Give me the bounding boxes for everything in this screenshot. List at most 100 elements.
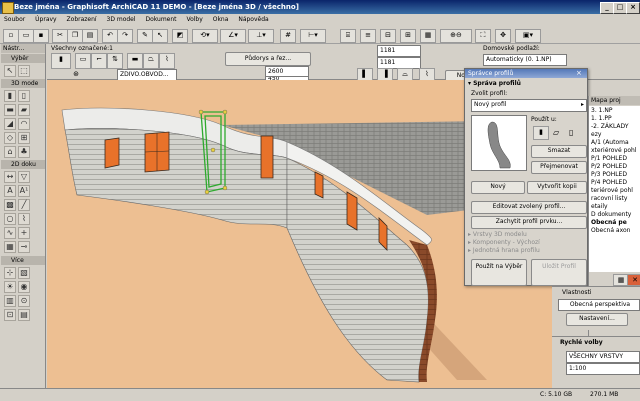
nav-item[interactable]: xteriérové pohl bbox=[591, 147, 637, 155]
object-tool-icon[interactable]: ♣ bbox=[18, 146, 30, 158]
delete-profile-button[interactable]: Smazat bbox=[531, 145, 587, 158]
beam-tool-icon[interactable]: ▬ bbox=[4, 104, 16, 116]
nav-item[interactable]: P/4 POHLED bbox=[591, 179, 627, 187]
detail-tool-icon[interactable]: ⊙ bbox=[18, 295, 30, 307]
maximize-button[interactable]: □ bbox=[613, 2, 627, 14]
shell-tool-icon[interactable]: ◠ bbox=[18, 118, 30, 130]
wall-tool-icon[interactable]: ▮ bbox=[4, 90, 16, 102]
snap-icon[interactable]: ∠▾ bbox=[220, 29, 246, 43]
figure-tool-icon[interactable]: ▦ bbox=[4, 241, 16, 253]
rename-profile-button[interactable]: Přejmenovat bbox=[531, 161, 587, 174]
wall-use-icon[interactable]: ▮ bbox=[533, 126, 549, 140]
nav-delete-icon[interactable]: ✕ bbox=[627, 274, 640, 286]
zoom-controls-icon[interactable]: ⊕⊖ bbox=[440, 29, 472, 43]
line-tool-icon[interactable]: ╱ bbox=[18, 199, 30, 211]
collapsed-section-3[interactable]: ▸ Jednotná hrana profilu bbox=[468, 247, 540, 254]
close-button[interactable]: × bbox=[626, 2, 640, 14]
menu-volby[interactable]: Volby bbox=[182, 14, 206, 26]
fill-tool-icon[interactable]: ▩ bbox=[4, 199, 16, 211]
roof-tool-icon[interactable]: ◢ bbox=[4, 118, 16, 130]
nav-item[interactable]: P/2 POHLED bbox=[591, 163, 627, 171]
hotspot-tool-icon[interactable]: + bbox=[18, 227, 30, 239]
copy-icon[interactable]: ❐ bbox=[67, 29, 83, 43]
camera-tool-icon[interactable]: ◉ bbox=[18, 281, 30, 293]
apply-to-selection-button[interactable]: Použít na Výběr bbox=[471, 259, 527, 286]
nav-item[interactable]: A/1 (Automa bbox=[591, 139, 629, 147]
section-tool-icon[interactable]: ⊸ bbox=[18, 241, 30, 253]
worksheet-tool-icon[interactable]: ▥ bbox=[4, 295, 16, 307]
toolbox-more-section[interactable]: Více bbox=[1, 256, 45, 265]
text-tool-icon[interactable]: A bbox=[4, 185, 16, 197]
collapsed-section-1[interactable]: ▸ Vrstvy 3D modelu bbox=[468, 231, 527, 238]
nav-item[interactable]: teriérové pohl bbox=[591, 187, 633, 195]
pointer-icon[interactable]: ↖ bbox=[152, 29, 168, 43]
marquee-tool-icon[interactable]: ⬚ bbox=[18, 65, 30, 77]
dialog-title[interactable]: Správce profilů bbox=[465, 69, 587, 78]
reference-line-icon[interactable]: ⌐ bbox=[91, 53, 107, 69]
menu-upravy[interactable]: Úpravy bbox=[31, 14, 60, 26]
slab-tool-icon[interactable]: ▰ bbox=[18, 104, 30, 116]
trapezoid-wall-icon[interactable]: ⏢ bbox=[143, 53, 159, 69]
redo-icon[interactable]: ↷ bbox=[117, 29, 133, 43]
guide-icon[interactable]: ⊥▾ bbox=[248, 29, 274, 43]
layout-icon[interactable]: ▦ bbox=[420, 29, 436, 43]
menu-dokument[interactable]: Dokument bbox=[141, 14, 180, 26]
new-file-icon[interactable]: ▫ bbox=[3, 29, 19, 43]
value-field-1[interactable]: 1181 bbox=[377, 45, 421, 57]
minimize-button[interactable]: _ bbox=[600, 2, 614, 14]
nav-item[interactable]: 3. 1.NP bbox=[591, 107, 612, 115]
nav-item[interactable]: ezy bbox=[591, 131, 601, 139]
nav-item[interactable]: -2. ZÁKLADY bbox=[591, 123, 629, 131]
nav-item[interactable]: racovní listy bbox=[591, 195, 627, 203]
menu-napoveda[interactable]: Nápověda bbox=[234, 14, 272, 26]
paste-icon[interactable]: ▤ bbox=[82, 29, 98, 43]
cut-icon[interactable]: ✂ bbox=[52, 29, 68, 43]
menu-soubor[interactable]: Soubor bbox=[0, 14, 29, 26]
nav-item[interactable]: Obecná pe bbox=[591, 219, 627, 227]
fit-window-icon[interactable]: ⛶ bbox=[475, 29, 491, 43]
collapsed-section-2[interactable]: ▸ Komponenty - Výchozí bbox=[468, 239, 540, 246]
drawing-tool-icon[interactable]: ▤ bbox=[18, 309, 30, 321]
nav-item[interactable]: P/1 POHLED bbox=[591, 155, 627, 163]
capture-profile-button[interactable]: Zachytit profil prvku... bbox=[471, 216, 587, 229]
column-tool-icon[interactable]: ▯ bbox=[18, 90, 30, 102]
spline-tool-icon[interactable]: ∿ bbox=[4, 227, 16, 239]
edit-profile-button[interactable]: Editovat zvolený profil... bbox=[471, 201, 587, 214]
pan-icon[interactable]: ✥ bbox=[495, 29, 511, 43]
save-icon[interactable]: ▪ bbox=[33, 29, 49, 43]
label-tool-icon[interactable]: A¹ bbox=[18, 185, 30, 197]
store-profile-button[interactable]: Uložit Profil bbox=[531, 259, 587, 286]
straight-wall-icon[interactable]: ▬ bbox=[127, 53, 143, 69]
view-3d-icon[interactable]: ◩ bbox=[172, 29, 188, 43]
grid-icon[interactable]: # bbox=[280, 29, 296, 43]
nav-item[interactable]: P/3 POHLED bbox=[591, 171, 627, 179]
dialog-section-title[interactable]: ▾ Správa profilů bbox=[468, 80, 521, 87]
create-copy-button[interactable]: Vytvořit kopii bbox=[527, 181, 587, 194]
profile-settings-icon[interactable]: ⊛ bbox=[69, 69, 83, 80]
stair-icon[interactable]: ⌸ bbox=[340, 29, 356, 43]
door-tool-icon[interactable]: ⌂ bbox=[4, 146, 16, 158]
grid-tool-icon[interactable]: ⊹ bbox=[4, 267, 16, 279]
view-type-field[interactable]: Obecná perspektiva bbox=[558, 299, 640, 311]
column-use-icon[interactable]: ▯ bbox=[569, 128, 573, 137]
wall-settings-icon[interactable]: ▮ bbox=[51, 53, 71, 69]
navigator-toggle-icon[interactable]: ▣▾ bbox=[515, 29, 541, 43]
toolbox-select-section[interactable]: Výběr bbox=[1, 54, 45, 63]
menu-3d-model[interactable]: 3D model bbox=[103, 14, 140, 26]
settings-button[interactable]: Nastavení... bbox=[566, 313, 628, 326]
menu-zobrazeni[interactable]: Zobrazení bbox=[63, 14, 101, 26]
nav-item[interactable]: Obecná axon bbox=[591, 227, 630, 235]
nav-item[interactable]: etaily bbox=[591, 203, 608, 211]
pencil-icon[interactable]: ✎ bbox=[137, 29, 153, 43]
floor-plan-section-button[interactable]: Půdorys a řez... bbox=[225, 52, 311, 66]
elevation-icon[interactable]: ⊞ bbox=[400, 29, 416, 43]
profile-select[interactable]: Nový profil ▸ bbox=[471, 99, 587, 112]
flip-icon[interactable]: ⇅ bbox=[107, 53, 123, 69]
layers-select[interactable]: VŠECHNY VRSTVY bbox=[566, 351, 640, 363]
toolbox-3d-section[interactable]: 3D mode bbox=[1, 79, 45, 88]
zone-tool-icon[interactable]: ▧ bbox=[18, 267, 30, 279]
polyline-tool-icon[interactable]: ⌇ bbox=[18, 213, 30, 225]
nav-item[interactable]: D dokumenty bbox=[591, 211, 631, 219]
wall-layers-icon[interactable]: ≡ bbox=[360, 29, 376, 43]
dialog-close-icon[interactable]: × bbox=[576, 69, 582, 77]
